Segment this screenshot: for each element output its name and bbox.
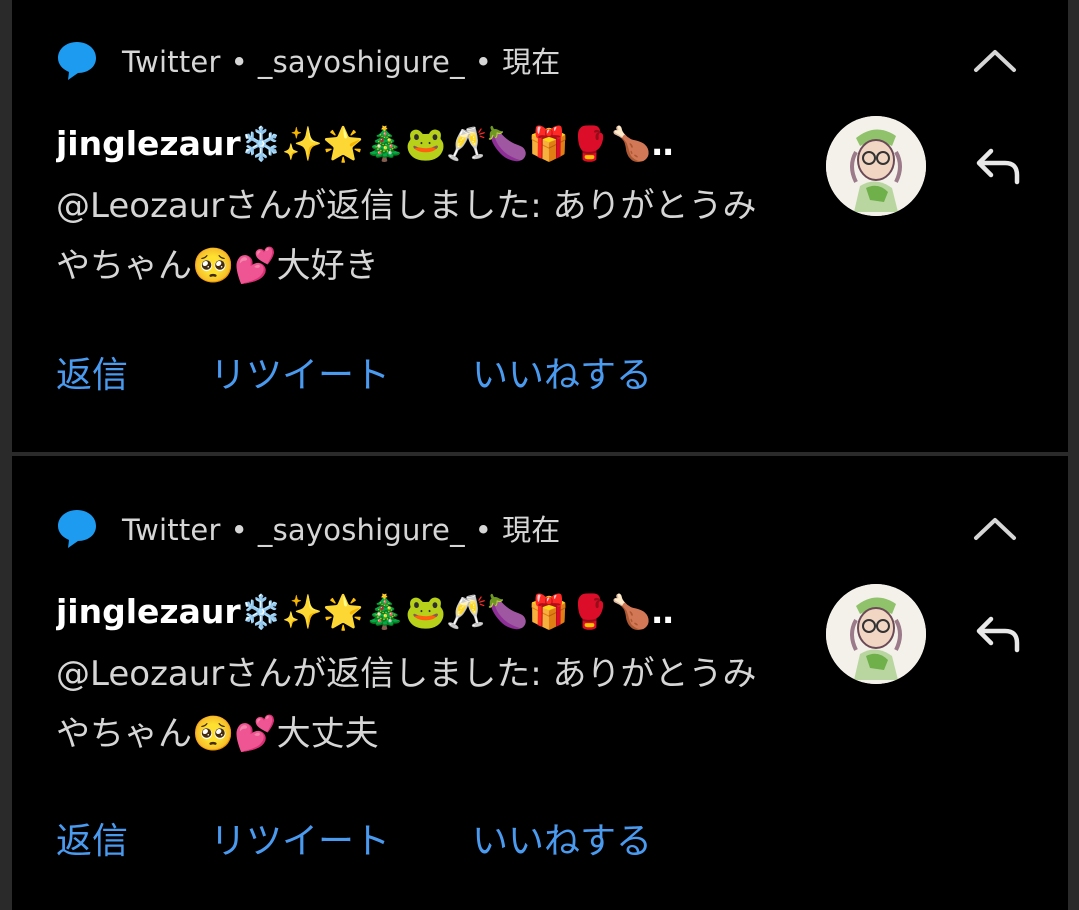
notification-header: Twitter • _sayoshigure_ • 現在 bbox=[56, 506, 561, 550]
timestamp: 現在 bbox=[502, 513, 561, 547]
account-name: _sayoshigure_ bbox=[257, 513, 465, 547]
separator-dot: • bbox=[230, 45, 248, 79]
timestamp: 現在 bbox=[502, 45, 561, 79]
retweet-action-button[interactable]: リツイート bbox=[210, 346, 390, 398]
reply-arrow-icon bbox=[976, 616, 1020, 653]
notification-body: @Leozaurさんが返信しました: ありがとうみやちゃん🥺💕大丈夫 bbox=[56, 654, 757, 754]
notification-title: jinglezaur❄️✨🌟🎄🐸🥂🍆🎁🥊🍗‥ bbox=[56, 592, 674, 631]
chevron-up-icon bbox=[974, 50, 1016, 72]
separator-dot: • bbox=[474, 45, 493, 79]
quick-reply-button[interactable] bbox=[972, 142, 1024, 190]
notification-header: Twitter • _sayoshigure_ • 現在 bbox=[56, 38, 561, 82]
reply-action-button[interactable]: 返信 bbox=[56, 812, 128, 864]
header-text: Twitter • _sayoshigure_ • 現在 bbox=[122, 507, 561, 549]
avatar bbox=[826, 584, 926, 684]
speech-bubble-icon bbox=[58, 42, 96, 80]
chevron-up-icon bbox=[974, 518, 1016, 540]
app-name: Twitter bbox=[122, 513, 221, 547]
collapse-button[interactable] bbox=[970, 508, 1020, 548]
reply-arrow-icon bbox=[976, 148, 1020, 185]
notification-card[interactable]: Twitter • _sayoshigure_ • 現在 jinglezaur❄️✨🌟🎄… bbox=[12, 456, 1068, 910]
app-name: Twitter bbox=[122, 45, 221, 79]
action-bar: 返信 リツイート いいねする bbox=[56, 346, 652, 398]
header-text: Twitter • _sayoshigure_ • 現在 bbox=[122, 39, 561, 81]
account-name: _sayoshigure_ bbox=[257, 45, 465, 79]
separator-dot: • bbox=[230, 513, 248, 547]
notification-title: jinglezaur❄️✨🌟🎄🐸🥂🍆🎁🥊🍗‥ bbox=[56, 124, 674, 163]
separator-dot: • bbox=[474, 513, 493, 547]
like-action-button[interactable]: いいねする bbox=[472, 812, 652, 864]
quick-reply-button[interactable] bbox=[972, 610, 1024, 658]
speech-bubble-icon bbox=[58, 510, 96, 548]
collapse-button[interactable] bbox=[970, 40, 1020, 80]
notification-card[interactable]: Twitter • _sayoshigure_ • 現在 jinglezaur❄️✨🌟🎄… bbox=[12, 0, 1068, 452]
reply-action-button[interactable]: 返信 bbox=[56, 346, 128, 398]
like-action-button[interactable]: いいねする bbox=[472, 346, 652, 398]
avatar bbox=[826, 116, 926, 216]
action-bar: 返信 リツイート いいねする bbox=[56, 812, 652, 864]
retweet-action-button[interactable]: リツイート bbox=[210, 812, 390, 864]
notification-body: @Leozaurさんが返信しました: ありがとうみやちゃん🥺💕大好き bbox=[56, 186, 757, 286]
